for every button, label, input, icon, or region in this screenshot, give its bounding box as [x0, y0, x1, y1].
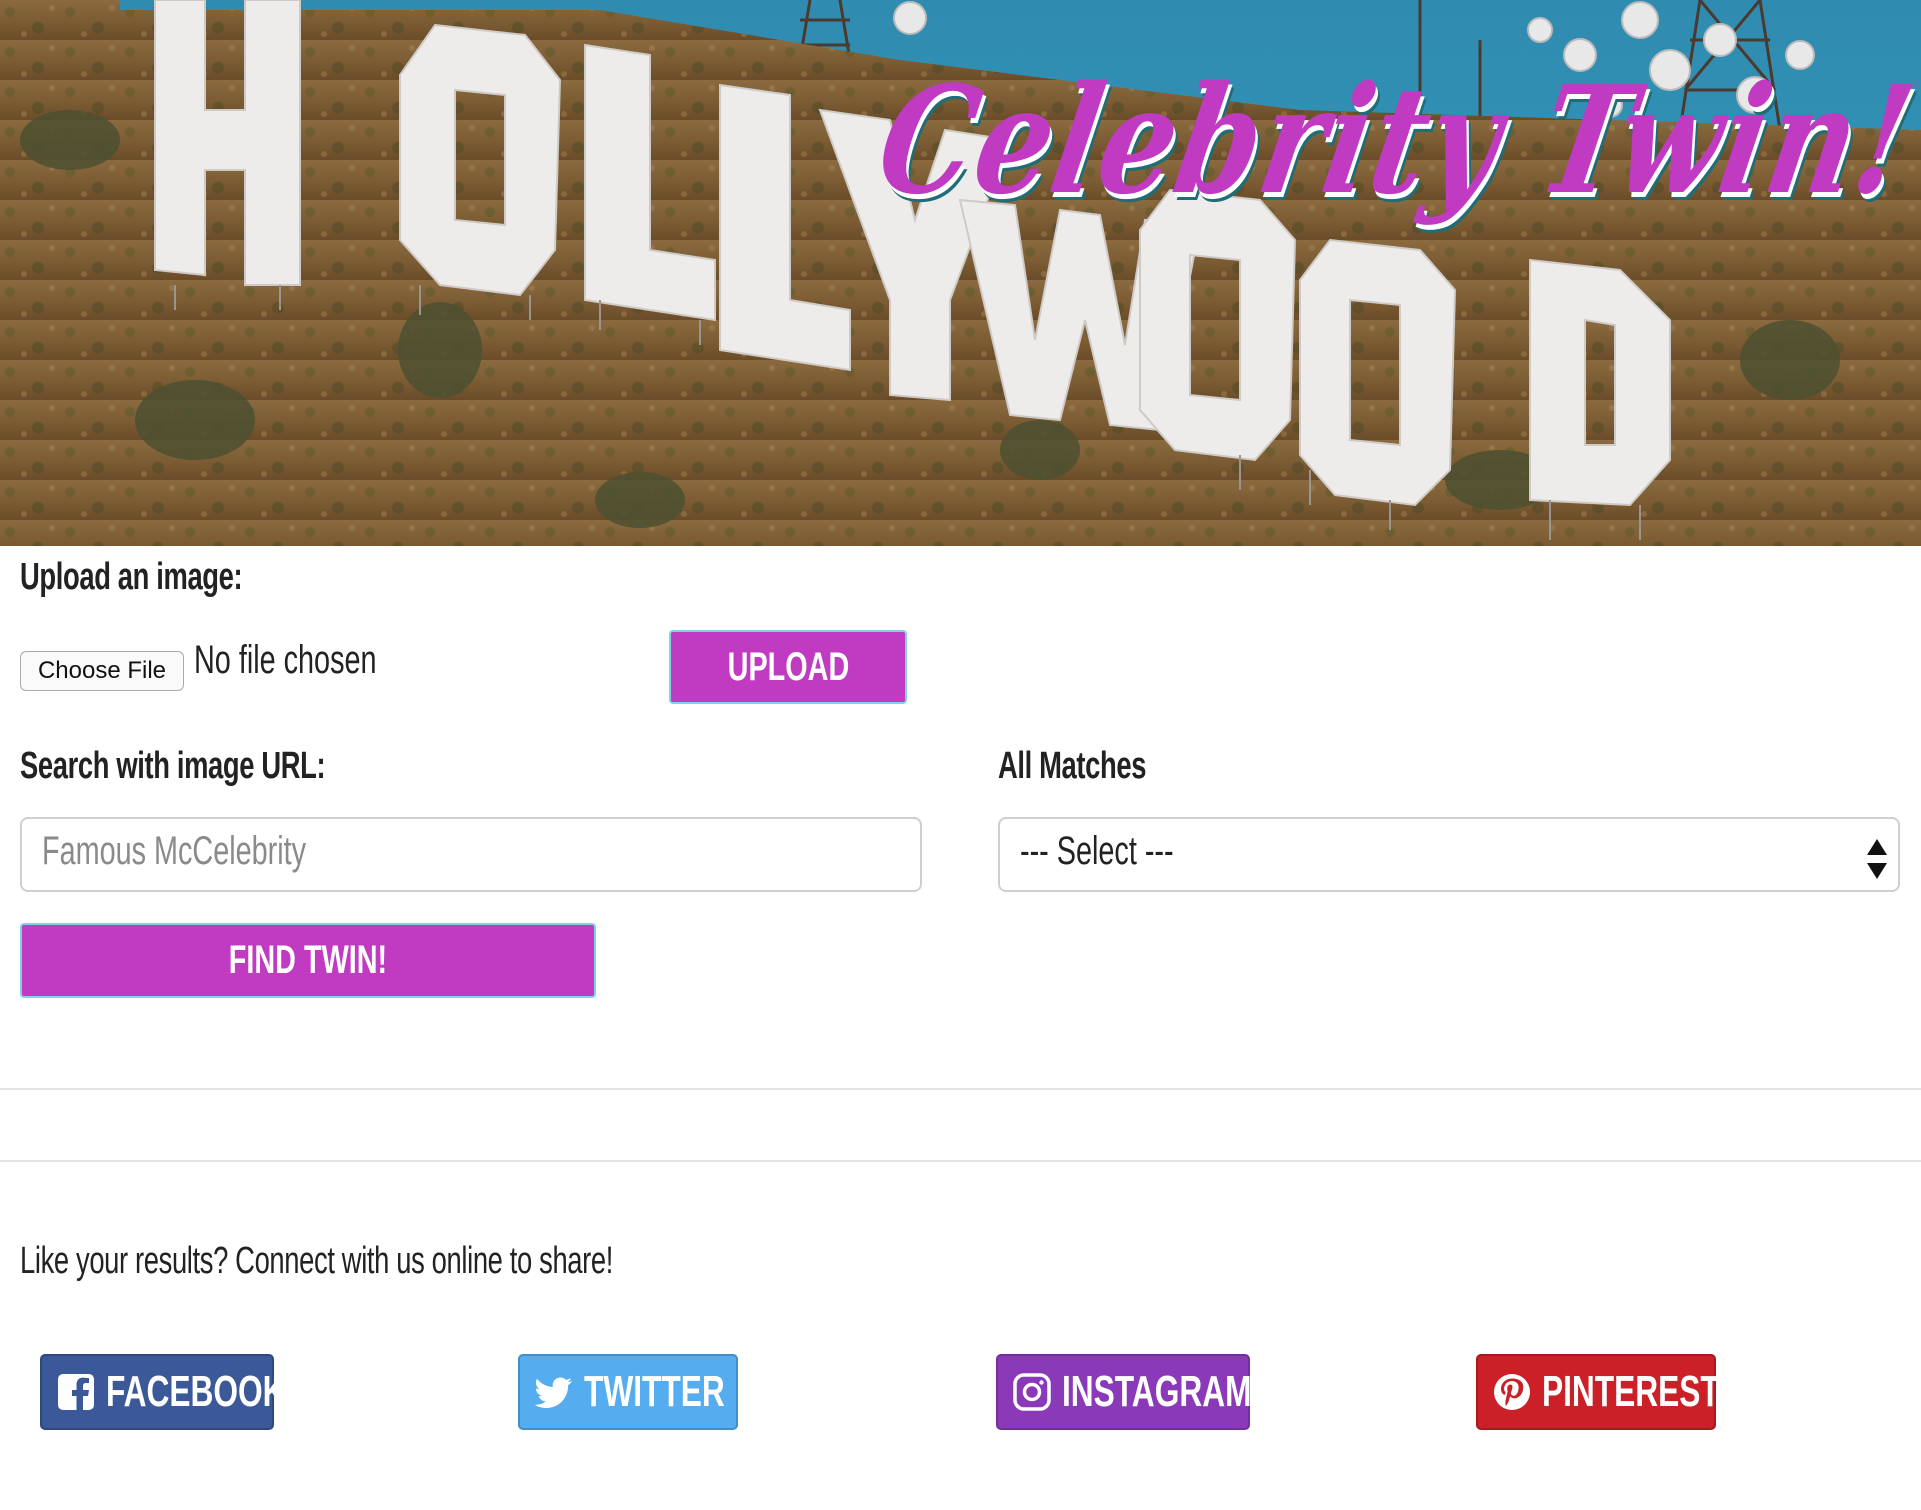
upload-button-label: UPLOAD — [727, 644, 849, 689]
image-url-input[interactable]: Famous McCelebrity — [20, 817, 922, 892]
select-arrows-icon — [1867, 839, 1887, 879]
facebook-icon — [58, 1374, 94, 1410]
matches-select[interactable]: --- Select --- — [998, 817, 1900, 892]
matches-select-value: --- Select --- — [1020, 829, 1174, 873]
choose-file-button[interactable]: Choose File — [20, 651, 184, 691]
site-title: Celebrity Twin! — [867, 53, 1921, 227]
pinterest-icon — [1494, 1374, 1530, 1410]
upload-button[interactable]: UPLOAD — [669, 630, 907, 704]
hero-banner: Celebrity Twin! — [0, 0, 1921, 546]
facebook-button[interactable]: FACEBOOK — [40, 1354, 286, 1430]
facebook-label: FACEBOOK — [106, 1367, 286, 1416]
share-prompt: Like your results? Connect with us onlin… — [20, 1240, 614, 1282]
divider-top — [0, 1088, 1921, 1090]
find-twin-button-label: FIND TWIN! — [228, 938, 388, 982]
upload-label: Upload an image: — [20, 556, 243, 598]
twitter-icon — [534, 1377, 572, 1408]
instagram-label: INSTAGRAM — [1062, 1367, 1252, 1416]
twitter-button[interactable]: TWITTER — [518, 1354, 738, 1430]
pinterest-label: PINTEREST — [1542, 1367, 1720, 1416]
all-matches-label: All Matches — [998, 745, 1147, 787]
file-status-text: No file chosen — [194, 638, 377, 682]
find-twin-button[interactable]: FIND TWIN! — [20, 923, 596, 998]
instagram-button[interactable]: INSTAGRAM — [996, 1354, 1252, 1430]
image-url-placeholder: Famous McCelebrity — [42, 829, 307, 873]
search-url-label: Search with image URL: — [20, 745, 326, 787]
pinterest-button[interactable]: PINTEREST — [1476, 1354, 1720, 1430]
twitter-label: TWITTER — [584, 1367, 725, 1416]
divider-bottom — [0, 1160, 1921, 1162]
instagram-icon — [1013, 1373, 1051, 1411]
